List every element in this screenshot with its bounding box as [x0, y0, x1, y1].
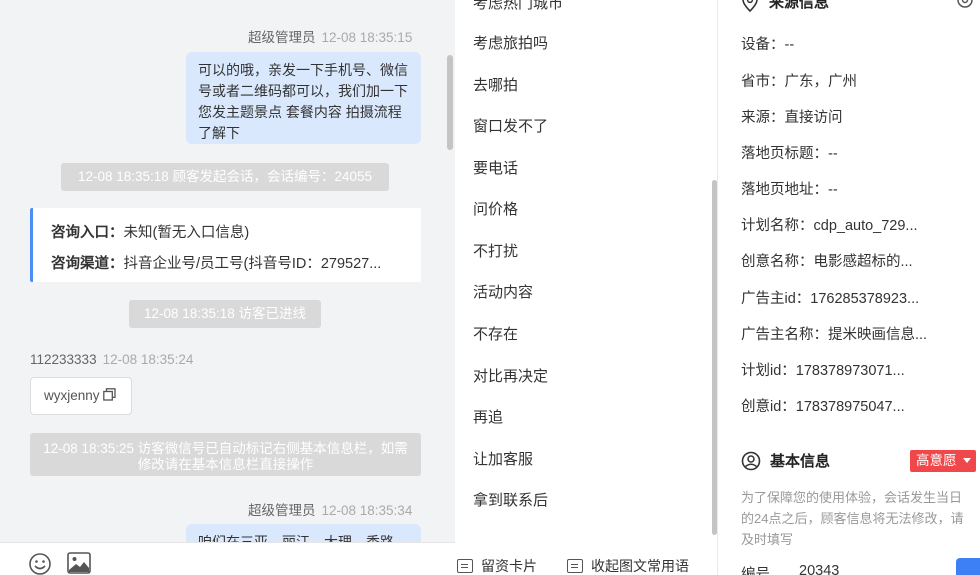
info-device: 设备：--: [741, 37, 795, 53]
quick-reply-item[interactable]: 活动内容: [473, 281, 533, 302]
quick-reply-item[interactable]: 不打扰: [473, 240, 518, 261]
info-advertiser-name: 广告主名称：提米映画信息...: [741, 327, 928, 343]
system-message: 12-08 18:35:18 顾客发起会话，会话编号：24055: [61, 163, 389, 191]
wechat-id-text: wyxjenny: [44, 388, 100, 403]
quick-reply-panel: 考虑热门城市 考虑旅拍吗 去哪拍 窗口发不了 要电话 问价格 不打扰 活动内容 …: [455, 0, 718, 575]
quick-reply-item[interactable]: 去哪拍: [473, 74, 518, 95]
sender-name: 超级管理员: [248, 503, 316, 518]
entry-info-card: 咨询入口：未知(暂无入口信息) 咨询渠道：抖音企业号/员工号(抖音号ID：279…: [30, 208, 421, 282]
system-message: 12-08 18:35:18 访客已进线: [129, 300, 321, 328]
quick-reply-item[interactable]: 对比再决定: [473, 365, 548, 386]
quick-reply-item[interactable]: 要电话: [473, 157, 518, 178]
chat-scrollbar[interactable]: [447, 55, 453, 150]
message-icon: [567, 559, 583, 573]
message-text: 咱们在三亚、丽江、大理、秀路: [198, 534, 394, 542]
message-time: 12-08 18:35:24: [102, 352, 194, 367]
quick-reply-item[interactable]: 考虑热门城市: [473, 0, 563, 13]
quick-reply-item[interactable]: 再追: [473, 406, 503, 427]
info-creative-id: 创意id：178378975047...: [741, 399, 905, 415]
lead-card-label: 留资卡片: [481, 558, 537, 574]
quick-reply-item[interactable]: 窗口发不了: [473, 115, 548, 136]
collapse-phrases-button[interactable]: 收起图文常用语: [567, 556, 689, 575]
floating-action-button[interactable]: [956, 558, 980, 575]
quick-reply-item[interactable]: 让加客服: [473, 448, 533, 469]
caret-down-icon: [963, 458, 972, 463]
info-creative-name: 创意名称：电影感超标的...: [741, 254, 913, 270]
chat-panel: 超级管理员 12-08 18:35:15 可以的哦，亲发一下手机号、微信号或者二维…: [0, 0, 455, 575]
info-region: 省市：广东，广州: [741, 74, 857, 90]
source-info-header: 来源信息: [741, 0, 829, 12]
source-info-title: 来源信息: [769, 0, 830, 11]
message-time: 12-08 18:35:34: [321, 503, 413, 518]
channel-row: 咨询渠道：抖音企业号/员工号(抖音号ID：279527...: [51, 249, 403, 280]
chat-toolbar: [0, 542, 455, 575]
lead-card-button[interactable]: 留资卡片: [457, 556, 537, 575]
location-pin-icon: [742, 0, 758, 12]
message-header: 超级管理员 12-08 18:35:15: [248, 26, 412, 46]
info-id-value: 20343: [799, 563, 840, 575]
visitor-info-panel: 来源信息 设备：-- 省市：广东，广州 来源：直接访问 落地页标题：-- 落地页…: [719, 0, 980, 575]
outgoing-message: 可以的哦，亲发一下手机号、微信号或者二维码都可以，我们加一下您发主题景点 套餐内…: [186, 52, 421, 144]
card-icon: [457, 559, 473, 573]
copy-icon[interactable]: [103, 388, 116, 401]
edit-notice: 为了保障您的使用体验，会话发生当日的24点之后，顾客信息将无法修改，请及时填写: [741, 490, 964, 547]
message-text: 可以的哦，亲发一下手机号、微信号或者二维码都可以，我们加一下您发主题景点 套餐内…: [198, 62, 408, 141]
intent-level-label: 高意愿: [916, 453, 957, 468]
info-id-label: 编号: [741, 567, 770, 575]
quick-reply-footer: 留资卡片 收起图文常用语: [455, 550, 717, 575]
basic-info-header: 基本信息: [741, 450, 830, 471]
message-time: 12-08 18:35:15: [321, 30, 413, 45]
quick-reply-item[interactable]: 拿到联系后: [473, 489, 548, 510]
info-plan-id: 计划id：178378973071...: [741, 363, 905, 379]
quick-reply-item[interactable]: 问价格: [473, 198, 518, 219]
emoji-icon[interactable]: [28, 552, 52, 575]
settings-icon[interactable]: [956, 0, 974, 9]
info-advertiser-id: 广告主id：176285378923...: [741, 291, 920, 307]
app-root: 超级管理员 12-08 18:35:15 可以的哦，亲发一下手机号、微信号或者二维…: [0, 0, 980, 575]
intent-level-dropdown[interactable]: 高意愿: [910, 450, 976, 472]
wechat-id-card[interactable]: wyxjenny: [30, 377, 132, 415]
chat-message-list[interactable]: 超级管理员 12-08 18:35:15 可以的哦，亲发一下手机号、微信号或者二维…: [0, 0, 448, 542]
info-landing-title: 落地页标题：--: [741, 146, 838, 162]
user-circle-icon: [741, 451, 761, 470]
channel-label: 咨询渠道：: [51, 256, 124, 272]
entry-row: 咨询入口：未知(暂无入口信息): [51, 218, 403, 249]
quick-reply-item[interactable]: 考虑旅拍吗: [473, 32, 548, 53]
outgoing-message: 咱们在三亚、丽江、大理、秀路: [186, 524, 421, 542]
sender-name: 超级管理员: [248, 30, 316, 45]
quick-reply-item[interactable]: 不存在: [473, 323, 518, 344]
info-landing-url: 落地页地址：--: [741, 182, 838, 198]
entry-label: 咨询入口：: [51, 225, 124, 241]
quick-reply-scrollbar[interactable]: [712, 180, 717, 535]
sender-name: 112233333: [30, 352, 97, 367]
image-icon[interactable]: [67, 552, 91, 574]
channel-value: 抖音企业号/员工号(抖音号ID：279527...: [123, 256, 382, 272]
message-header: 112233333 12-08 18:35:24: [30, 352, 193, 367]
info-plan-name: 计划名称：cdp_auto_729...: [741, 218, 918, 234]
info-source: 来源：直接访问: [741, 110, 843, 126]
collapse-phrases-label: 收起图文常用语: [591, 558, 689, 574]
basic-info-title: 基本信息: [770, 453, 831, 470]
entry-value: 未知(暂无入口信息): [123, 225, 250, 241]
system-message: 12-08 18:35:25 访客微信号已自动标记右侧基本信息栏，如需修改请在基…: [30, 433, 421, 476]
message-header: 超级管理员 12-08 18:35:34: [248, 499, 412, 519]
